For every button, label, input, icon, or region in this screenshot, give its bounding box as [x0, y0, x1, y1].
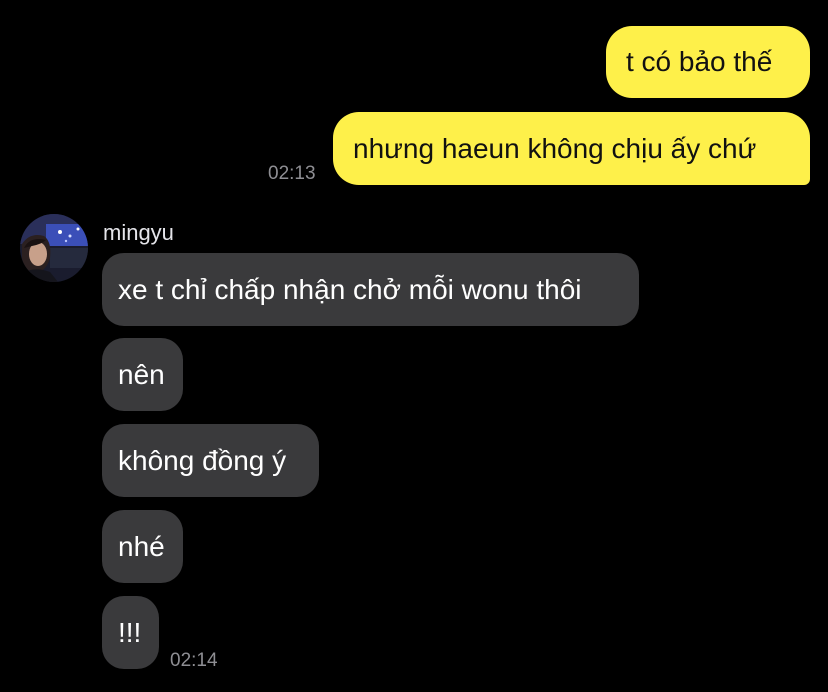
message-text: t có bảo thế — [626, 46, 773, 77]
incoming-message[interactable]: xe t chỉ chấp nhận chở mỗi wonu thôi — [102, 253, 639, 326]
message-text: nhé — [118, 530, 165, 562]
message-text: nhưng haeun không chịu ấy chứ — [353, 132, 757, 164]
incoming-message[interactable]: nên — [102, 338, 183, 411]
sender-avatar[interactable] — [20, 214, 88, 282]
incoming-message[interactable]: nhé — [102, 510, 183, 583]
outgoing-message[interactable]: t có bảo thế — [606, 26, 810, 98]
incoming-message[interactable]: không đồng ý — [102, 424, 319, 497]
message-timestamp: 02:14 — [170, 650, 218, 671]
incoming-message[interactable]: !!! — [102, 596, 159, 669]
message-text: !!! — [118, 616, 142, 648]
message-timestamp: 02:13 — [268, 163, 316, 184]
outgoing-message[interactable]: nhưng haeun không chịu ấy chứ — [333, 112, 810, 185]
avatar-photo-icon — [20, 214, 88, 282]
message-text: nên — [118, 358, 165, 390]
message-text: không đồng ý — [118, 444, 287, 476]
message-text: xe t chỉ chấp nhận chở mỗi wonu thôi — [118, 273, 582, 305]
sender-name: mingyu — [103, 220, 174, 245]
